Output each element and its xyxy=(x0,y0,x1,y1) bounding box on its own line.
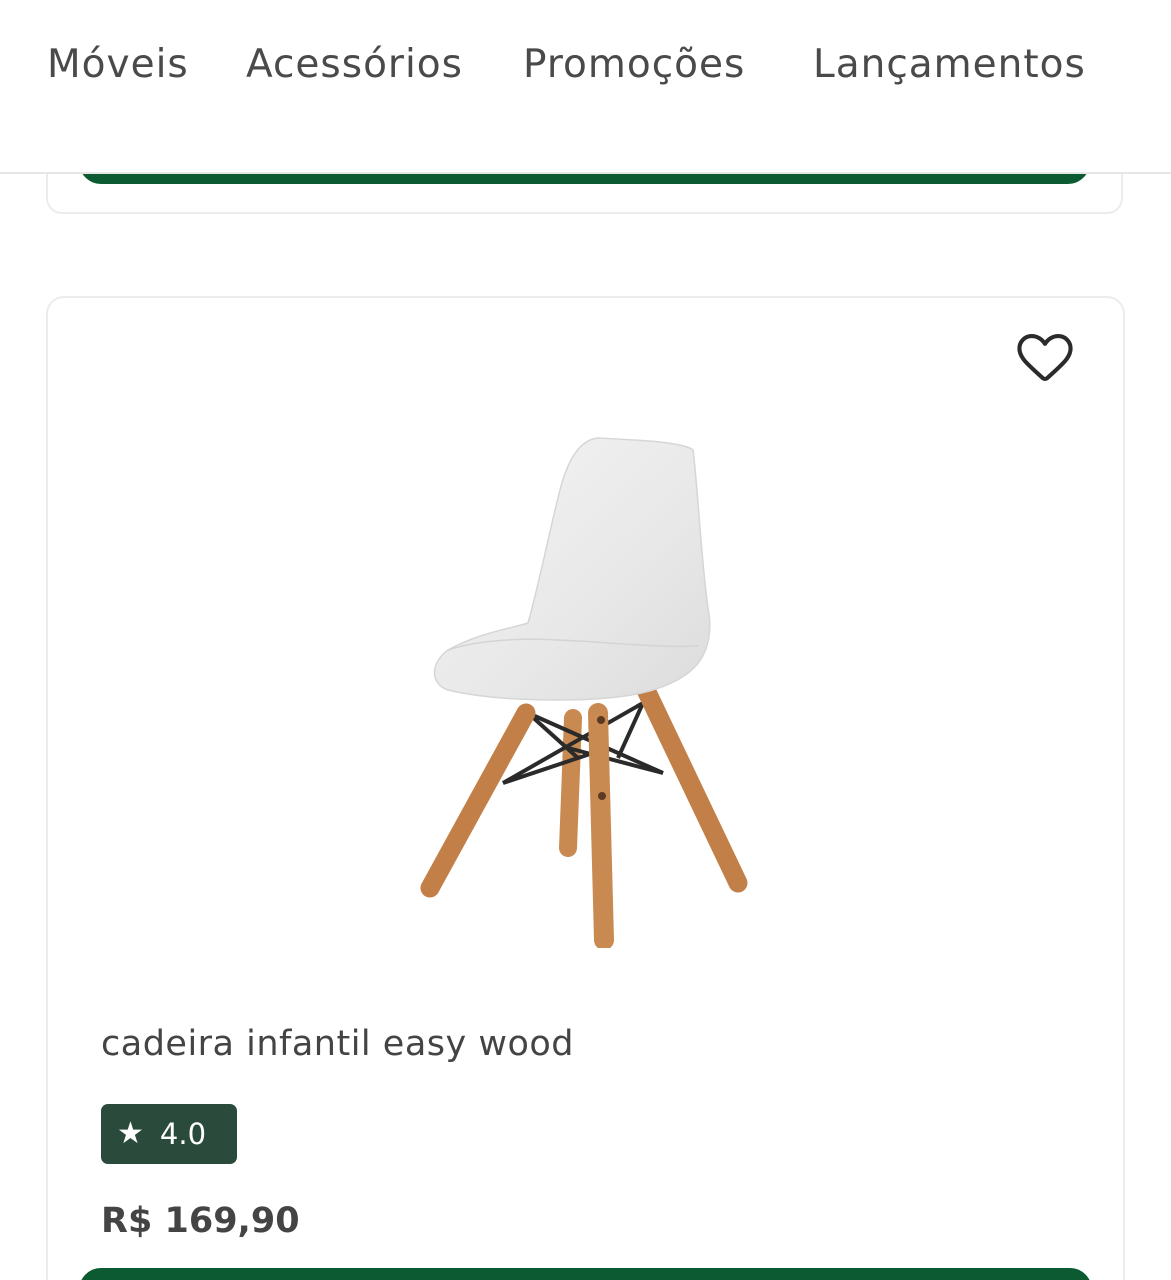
chair-illustration xyxy=(420,437,748,950)
nav-item-promocoes[interactable]: Promoções xyxy=(523,42,745,87)
buy-button[interactable] xyxy=(79,1268,1092,1280)
rating-badge: ★ 4.0 xyxy=(101,1104,237,1164)
product-card[interactable]: cadeira infantil easy wood ★ 4.0 R$ 169,… xyxy=(46,296,1125,1280)
nav-item-acessorios[interactable]: Acessórios xyxy=(246,42,463,87)
star-icon: ★ xyxy=(117,1116,144,1151)
product-name[interactable]: cadeira infantil easy wood xyxy=(101,1024,574,1064)
nav-item-lancamentos[interactable]: Lançamentos xyxy=(813,42,1086,87)
favorite-button[interactable] xyxy=(1014,326,1076,388)
nav-item-moveis[interactable]: Móveis xyxy=(47,42,189,87)
product-price: R$ 169,90 xyxy=(101,1201,300,1241)
heart-outline-icon xyxy=(1017,334,1073,382)
product-listing-page: Móveis Acessórios Promoções Lançamentos xyxy=(0,0,1171,1280)
category-nav: Móveis Acessórios Promoções Lançamentos xyxy=(0,0,1171,174)
rating-value: 4.0 xyxy=(159,1117,207,1151)
product-image[interactable] xyxy=(408,428,768,950)
